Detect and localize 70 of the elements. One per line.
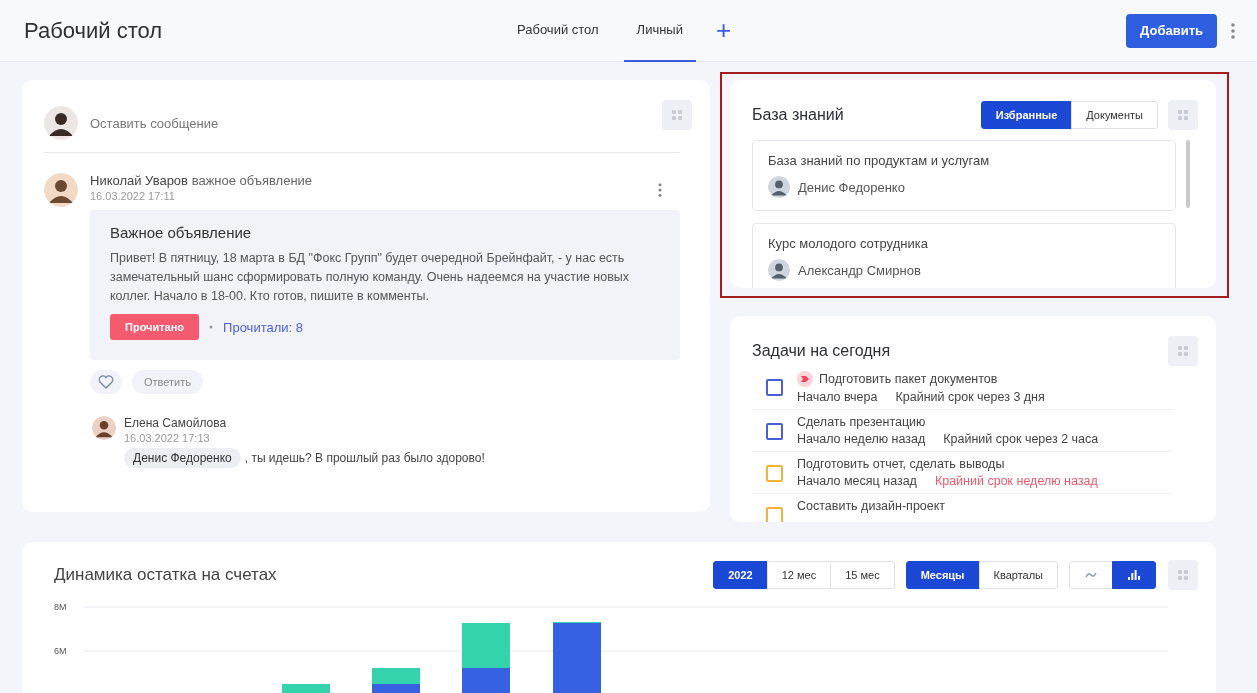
mention-tag[interactable]: Денис Федоренко <box>124 448 241 468</box>
page-title: Рабочий стол <box>24 17 164 44</box>
announcement-text: Привет! В пятницу, 18 марта в БД "Фокс Групп" будет очередной Брейнфайт, - у нас есть замечательный шанс сформировать полную команду. Очень надеемся на участие новых коллег. Начало в 18-00. Кто готов, пишите в комменты. <box>110 250 631 305</box>
view-toggle[interactable] <box>1112 561 1156 589</box>
checkbox[interactable] <box>766 423 783 440</box>
heart-icon <box>98 375 114 389</box>
tab[interactable]: Документы <box>1071 101 1158 129</box>
task-title[interactable]: Подготовить отчет, сделать выводы <box>797 457 1005 471</box>
separator-dot <box>209 325 214 329</box>
comment-text: , ты идешь? В прошлый раз было здорово! <box>244 451 485 465</box>
add-button[interactable]: Добавить <box>1126 13 1217 48</box>
more-icon[interactable] <box>1231 22 1235 39</box>
scrollbar[interactable] <box>1186 140 1190 208</box>
segment-button[interactable]: 15 мес <box>830 561 895 589</box>
card-title: База знаний <box>752 106 845 124</box>
checkbox[interactable] <box>766 379 783 396</box>
segment-button[interactable]: Кварталы <box>978 561 1058 589</box>
task-title[interactable]: Составить дизайн-проект <box>797 499 946 513</box>
bar <box>282 684 330 693</box>
segment-button[interactable]: 2022 <box>713 561 768 589</box>
document-title: База знаний по продуктам и услугам <box>768 153 991 168</box>
grid-icon <box>672 110 682 120</box>
card-title: Задачи на сегодня <box>752 342 892 360</box>
post-time: 16.03.2022 17:11 <box>90 190 176 202</box>
tab[interactable]: Личный <box>623 0 696 62</box>
avatar <box>44 106 78 140</box>
checkbox[interactable] <box>766 465 783 482</box>
avatar <box>768 176 790 198</box>
card-title: Динамика остатка на счетах <box>54 565 278 585</box>
grid-icon <box>1178 570 1188 580</box>
task-title[interactable]: Подготовить пакет документов <box>819 372 998 386</box>
comment-time: 16.03.2022 17:13 <box>124 432 211 444</box>
task-deadline: Крайний срок через 3 дня <box>895 390 1045 404</box>
avatar <box>44 173 78 207</box>
drag-handle[interactable] <box>1168 100 1198 130</box>
comment-author: Елена Самойлова <box>124 416 228 430</box>
add-tab-button[interactable]: + <box>707 0 740 62</box>
segment-button[interactable]: Месяцы <box>905 561 980 589</box>
task-deadline: Крайний срок через 2 часа <box>943 432 1099 446</box>
axis-label: 6M <box>54 646 68 657</box>
document-title: Курс молодого сотрудника <box>768 236 929 251</box>
document-author: Денис Федоренко <box>798 179 905 195</box>
readers-link[interactable]: Прочитали: 8 <box>223 319 303 335</box>
announcement-title: Важное объявление <box>110 224 253 241</box>
segment-button[interactable]: 12 мес <box>766 561 832 589</box>
drag-handle[interactable] <box>662 100 692 130</box>
drag-handle[interactable] <box>1168 560 1198 590</box>
line-chart-icon <box>1085 571 1097 579</box>
drag-handle[interactable] <box>1168 336 1198 366</box>
tab[interactable]: Рабочий стол <box>504 0 612 62</box>
axis-label: 8M <box>54 602 68 613</box>
avatar <box>768 259 790 281</box>
bar-chart-icon <box>1128 570 1140 580</box>
task-start: Начало вчера <box>797 390 878 404</box>
tab[interactable]: Избранные <box>980 101 1073 129</box>
document-item[interactable]: Курс молодого сотрудника Александр Смирнов <box>752 223 1176 288</box>
post-author: Николай Уваров важное объявление <box>90 173 313 188</box>
checkbox[interactable] <box>766 507 783 522</box>
task-start: Начало неделю назад <box>797 432 926 446</box>
more-icon[interactable] <box>658 183 662 197</box>
like-button[interactable] <box>90 370 122 394</box>
document-author: Александр Смирнов <box>798 262 921 278</box>
grid-icon <box>1178 346 1188 356</box>
task-title[interactable]: Сделать презентацию <box>797 415 926 429</box>
task-start: Начало месяц назад <box>797 474 917 488</box>
task-deadline: Крайний срок неделю назад <box>934 474 1098 488</box>
document-item[interactable]: База знаний по продуктам и услугам Денис Федоренко <box>752 140 1176 211</box>
grid-icon <box>1178 110 1188 120</box>
message-field[interactable]: Оставить сообщение <box>90 115 219 131</box>
avatar <box>92 416 116 440</box>
